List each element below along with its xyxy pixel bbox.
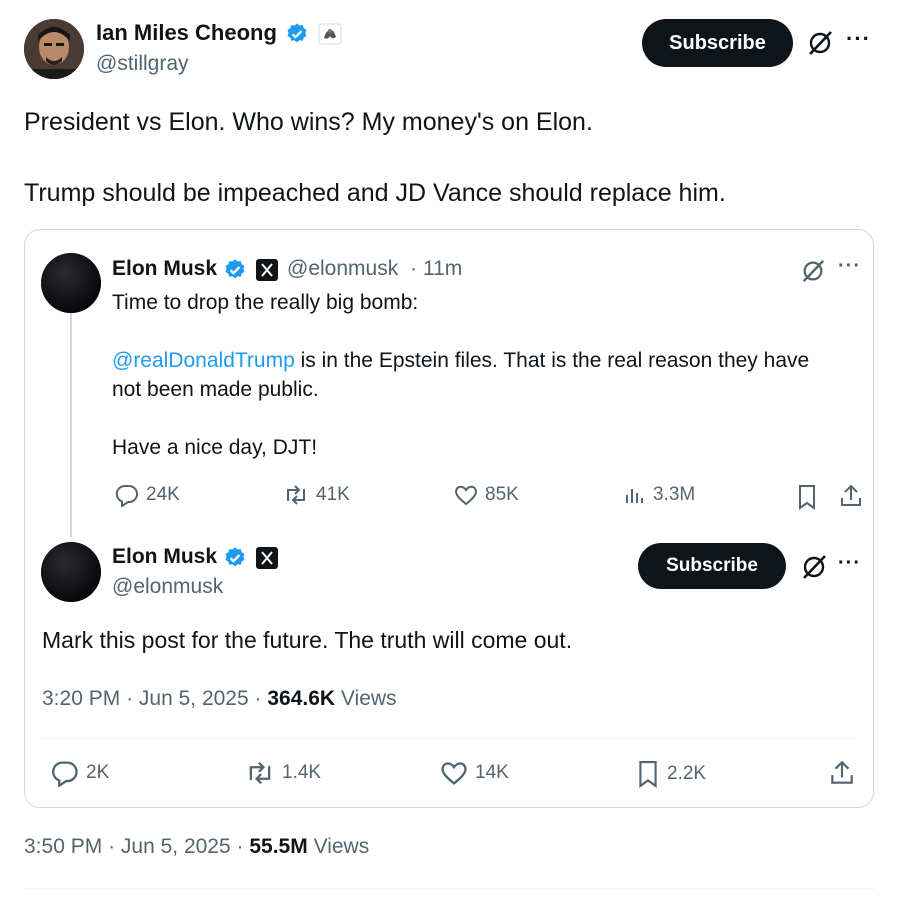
post-date[interactable]: Jun 5, 2025 bbox=[121, 835, 231, 858]
post-time[interactable]: 3:50 PM bbox=[24, 835, 102, 858]
reply-bookmark-button[interactable]: 2.2K bbox=[635, 759, 706, 789]
post-timestamp: 3:50 PM · Jun 5, 2025 · 55.5M Views bbox=[24, 835, 369, 859]
quoted-time-ago[interactable]: 11m bbox=[423, 257, 462, 281]
like-count: 85K bbox=[485, 484, 519, 505]
reply-divider bbox=[42, 738, 856, 739]
share-icon[interactable] bbox=[828, 759, 856, 787]
mention-link[interactable]: @realDonaldTrump bbox=[112, 349, 295, 372]
verified-badge-icon[interactable] bbox=[223, 258, 247, 282]
verified-badge-icon[interactable] bbox=[223, 546, 247, 570]
quoted-author-name[interactable]: Elon Musk bbox=[112, 257, 217, 281]
reply-text: Mark this post for the future. The truth… bbox=[42, 627, 573, 653]
grok-icon[interactable] bbox=[800, 258, 826, 284]
affiliate-badge-icon[interactable] bbox=[318, 23, 342, 45]
quoted-author-avatar[interactable] bbox=[41, 253, 101, 313]
post-views-count: 55.5M bbox=[249, 835, 308, 858]
reply-reply-count: 2K bbox=[86, 762, 110, 783]
reply-dot-1: · bbox=[126, 687, 134, 710]
reply-count: 24K bbox=[146, 484, 180, 505]
reply-time[interactable]: 3:20 PM bbox=[42, 687, 120, 710]
post-text-line-1: President vs Elon. Who wins? My money's … bbox=[24, 108, 593, 136]
reply-button[interactable]: 24K bbox=[114, 483, 180, 507]
footer-divider bbox=[24, 888, 874, 889]
reply-author-handle[interactable]: @elonmusk bbox=[112, 575, 223, 599]
like-button[interactable]: 85K bbox=[453, 483, 519, 507]
post-dot-1: · bbox=[108, 835, 116, 858]
x-logo-badge-icon[interactable] bbox=[256, 259, 278, 281]
reply-author-name[interactable]: Elon Musk bbox=[112, 545, 217, 569]
quoted-author-handle[interactable]: @elonmusk bbox=[287, 257, 398, 281]
reply-views-count: 364.6K bbox=[267, 687, 336, 710]
reply-timestamp: 3:20 PM · Jun 5, 2025 · 364.6K Views bbox=[42, 687, 397, 711]
bookmark-icon bbox=[635, 759, 661, 789]
analytics-icon bbox=[623, 483, 647, 507]
thread-connector-line bbox=[70, 313, 72, 537]
author-avatar[interactable] bbox=[24, 19, 84, 79]
post-dot-2: · bbox=[236, 835, 244, 858]
post-text-line-2: Trump should be impeached and JD Vance s… bbox=[24, 179, 726, 207]
reply-icon bbox=[114, 483, 140, 507]
reply-like-count: 14K bbox=[475, 762, 509, 783]
quoted-text-line-2-rest: is in the Epstein files. That is the rea… bbox=[294, 349, 810, 372]
more-options-button[interactable]: ··· bbox=[846, 26, 871, 52]
reply-more-options-button[interactable]: ··· bbox=[838, 552, 861, 575]
quoted-text-line-3: not been made public. bbox=[112, 378, 319, 401]
reply-reply-button[interactable]: 2K bbox=[50, 759, 109, 787]
quoted-text-line-4: Have a nice day, DJT! bbox=[112, 436, 318, 459]
heart-icon bbox=[439, 759, 469, 787]
share-icon[interactable] bbox=[838, 483, 864, 509]
reply-icon bbox=[50, 759, 80, 787]
quoted-text-line-1: Time to drop the really big bomb: bbox=[112, 291, 419, 314]
author-name[interactable]: Ian Miles Cheong bbox=[96, 20, 277, 46]
repost-count: 41K bbox=[316, 484, 350, 505]
reply-subscribe-button[interactable]: Subscribe bbox=[638, 543, 786, 589]
reply-views-label: Views bbox=[340, 687, 397, 710]
quoted-text-line-2: @realDonaldTrump is in the Epstein files… bbox=[112, 349, 809, 373]
post-views-label: Views bbox=[313, 835, 370, 858]
quoted-more-options-button[interactable]: ··· bbox=[838, 255, 861, 278]
verified-badge-icon[interactable] bbox=[285, 22, 309, 46]
views-button[interactable]: 3.3M bbox=[623, 483, 695, 507]
quoted-post-card[interactable] bbox=[24, 229, 874, 808]
repost-icon bbox=[244, 759, 276, 787]
reply-date[interactable]: Jun 5, 2025 bbox=[139, 687, 249, 710]
grok-icon[interactable] bbox=[806, 29, 834, 57]
x-logo-badge-icon[interactable] bbox=[256, 547, 278, 569]
reply-like-button[interactable]: 14K bbox=[439, 759, 509, 787]
repost-button[interactable]: 41K bbox=[282, 483, 350, 507]
reply-dot-2: · bbox=[254, 687, 262, 710]
quoted-dot: · bbox=[410, 257, 417, 280]
reply-bookmark-count: 2.2K bbox=[667, 763, 707, 784]
views-count: 3.3M bbox=[653, 484, 696, 505]
reply-author-avatar[interactable] bbox=[41, 542, 101, 602]
author-handle[interactable]: @stillgray bbox=[96, 52, 189, 76]
heart-icon bbox=[453, 483, 479, 507]
repost-icon bbox=[282, 483, 310, 507]
reply-repost-button[interactable]: 1.4K bbox=[244, 759, 321, 787]
grok-icon[interactable] bbox=[800, 553, 828, 581]
subscribe-button[interactable]: Subscribe bbox=[642, 19, 793, 67]
bookmark-icon[interactable] bbox=[795, 484, 819, 510]
reply-repost-count: 1.4K bbox=[282, 762, 322, 783]
